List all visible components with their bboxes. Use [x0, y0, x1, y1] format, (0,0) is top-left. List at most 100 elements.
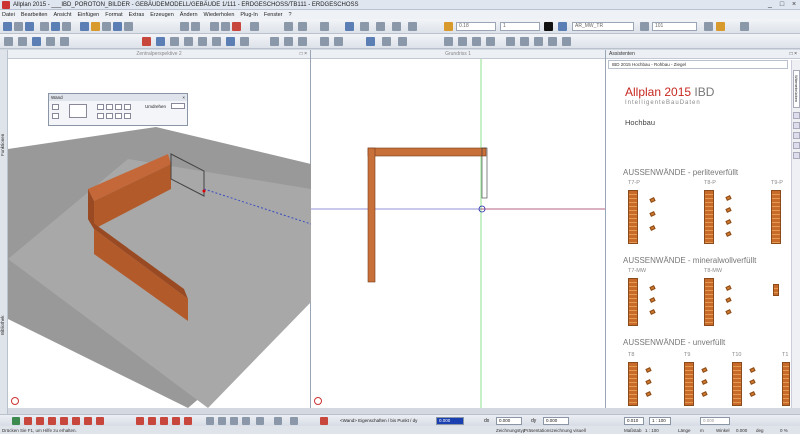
plan-viewport[interactable]: Grundriss 1 — [311, 50, 605, 408]
brick-detail-icon[interactable] — [645, 367, 652, 373]
brick-detail-icon[interactable] — [649, 211, 656, 217]
dy-input[interactable]: 0.000 — [436, 417, 464, 425]
maximize-button[interactable]: □ — [778, 1, 786, 8]
plan-navigator-icon[interactable] — [314, 397, 322, 405]
trim-icon[interactable] — [320, 37, 329, 46]
door-tool-icon[interactable] — [184, 37, 193, 46]
angle-snap-icon[interactable] — [136, 417, 144, 425]
freeform-wall-icon[interactable] — [124, 113, 131, 119]
cancel-icon[interactable] — [256, 417, 264, 425]
drawing-files-icon[interactable] — [91, 22, 100, 31]
menu-erzeugen[interactable]: Erzeugen — [150, 12, 174, 18]
parallel-icon[interactable] — [172, 417, 180, 425]
point-icon[interactable] — [206, 417, 214, 425]
select-pointer-icon[interactable] — [4, 37, 13, 46]
column-tool-icon[interactable] — [156, 37, 165, 46]
select-icon[interactable] — [320, 22, 329, 31]
brick-detail-icon[interactable] — [725, 231, 732, 237]
wand-properties-icon[interactable] — [716, 22, 725, 31]
paste-icon[interactable] — [221, 22, 230, 31]
rotate-icon[interactable] — [284, 37, 293, 46]
paint-icon[interactable] — [408, 22, 417, 31]
wall-properties-button[interactable] — [69, 104, 87, 118]
brick-partial[interactable] — [773, 284, 779, 296]
snap-icon[interactable] — [444, 37, 453, 46]
menu-help[interactable]: ? — [289, 12, 292, 18]
brick-t9[interactable] — [684, 362, 694, 406]
dimension-tool-icon[interactable] — [46, 37, 55, 46]
area-icon[interactable] — [520, 37, 529, 46]
length-value[interactable]: m — [700, 428, 704, 433]
tools-icon[interactable] — [740, 22, 749, 31]
move-icon[interactable] — [270, 37, 279, 46]
brick-detail-icon[interactable] — [701, 379, 708, 385]
brick-t8p[interactable] — [704, 190, 714, 244]
brick-t9p[interactable] — [771, 190, 781, 244]
sum-icon[interactable] — [534, 37, 543, 46]
snap-tangent-icon[interactable] — [96, 417, 104, 425]
brick-detail-icon[interactable] — [649, 225, 656, 231]
side-tab-icon-5[interactable] — [793, 152, 800, 159]
snap-point-icon[interactable] — [24, 417, 32, 425]
print-preview-icon[interactable] — [51, 22, 60, 31]
side-tab-icon-1[interactable] — [793, 112, 800, 119]
ref-icon[interactable] — [242, 417, 250, 425]
color-combo[interactable]: 101 — [652, 22, 697, 31]
snap-intersection-icon[interactable] — [72, 417, 80, 425]
polyline-wall-icon[interactable] — [97, 113, 104, 119]
brick-detail-icon[interactable] — [649, 285, 656, 291]
save-icon[interactable] — [25, 22, 34, 31]
brick-detail-icon[interactable] — [725, 309, 732, 315]
menu-ansicht[interactable]: Ansicht — [53, 12, 71, 18]
grid-icon[interactable] — [472, 37, 481, 46]
slab-tool-icon[interactable] — [212, 37, 221, 46]
navigator-icon[interactable] — [11, 397, 19, 405]
thickness-input[interactable]: 0.010 — [624, 417, 644, 425]
filter-icon[interactable] — [12, 417, 20, 425]
roof-tool-icon[interactable] — [226, 37, 235, 46]
brick-detail-icon[interactable] — [701, 391, 708, 397]
brick-detail-icon[interactable] — [645, 391, 652, 397]
menu-einfuegen[interactable]: Einfügen — [78, 12, 100, 18]
info-icon[interactable] — [392, 22, 401, 31]
brick-t1[interactable] — [782, 362, 790, 406]
brick-detail-icon[interactable] — [645, 379, 652, 385]
brick-t10[interactable] — [732, 362, 742, 406]
pencil-tool-icon[interactable] — [52, 104, 59, 110]
tab-waermebruecken[interactable]: Wärmebrücken — [793, 70, 800, 108]
close-button[interactable]: × — [790, 1, 798, 8]
brick-detail-icon[interactable] — [749, 367, 756, 373]
wall-tool-icon[interactable] — [142, 37, 151, 46]
angle-value[interactable]: 0.000 — [736, 428, 747, 433]
arc-wall-icon[interactable] — [124, 104, 131, 110]
ortho-icon[interactable] — [486, 37, 495, 46]
menu-fenster[interactable]: Fenster — [264, 12, 283, 18]
menu-datei[interactable]: Datei — [2, 12, 15, 18]
snap-perp-icon[interactable] — [84, 417, 92, 425]
rectangle-wall-icon[interactable] — [106, 104, 113, 110]
scale-input[interactable]: 1 : 100 — [649, 417, 671, 425]
track-icon[interactable] — [458, 37, 467, 46]
assistant-path-combo[interactable]: IBD 2015 Hochbau - Rohbau - Ziegel — [608, 60, 788, 69]
brick-detail-icon[interactable] — [725, 297, 732, 303]
brick-detail-icon[interactable] — [649, 309, 656, 315]
divide-icon[interactable] — [184, 417, 192, 425]
menu-plugin[interactable]: Plug-In — [240, 12, 257, 18]
properties-tool-icon[interactable] — [52, 113, 59, 119]
brick-detail-icon[interactable] — [725, 219, 732, 225]
cut-icon[interactable] — [180, 22, 189, 31]
side-tab-icon-3[interactable] — [793, 132, 800, 139]
allplan-app-icon[interactable] — [2, 0, 10, 9]
angle-input[interactable]: 0.000 — [700, 417, 730, 425]
open-file-icon[interactable] — [14, 22, 23, 31]
dx-input[interactable]: 0.000 — [496, 417, 522, 425]
properties-icon[interactable] — [345, 22, 354, 31]
extension-icon[interactable] — [160, 417, 168, 425]
confirm-icon[interactable] — [274, 417, 282, 425]
pencil-icon[interactable] — [704, 22, 713, 31]
print-icon[interactable] — [40, 22, 49, 31]
color-swatch-icon[interactable] — [544, 22, 553, 31]
animation-icon[interactable] — [398, 37, 407, 46]
pen-icon[interactable] — [444, 22, 453, 31]
dy2-input[interactable]: 0.000 — [543, 417, 569, 425]
